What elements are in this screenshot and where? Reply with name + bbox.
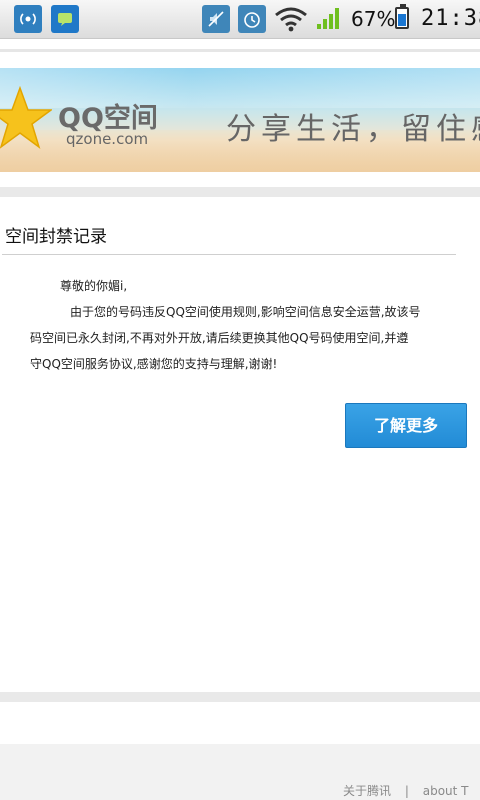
qzone-star-logo-icon [0,86,52,149]
message-line: 码空间已永久封闭,不再对外开放,请后续更换其他QQ号码使用空间,并遵 [30,331,409,345]
battery-percent: 67% [351,7,396,31]
divider [0,49,480,52]
message-line: 由于您的号码违反QQ空间使用规则,影响空间信息安全运营,故该号 [70,305,421,319]
status-bar: 67% 21:38 [0,0,480,39]
banner-slogan: 分享生活，留住感 [226,112,480,147]
footer-link-about-en[interactable]: about T [423,784,469,798]
page-title: 空间封禁记录 [5,227,107,247]
qzone-banner[interactable]: QQ空间 qzone.com 分享生活，留住感 [0,68,480,172]
divider [2,254,456,255]
learn-more-button[interactable]: 了解更多 [345,403,467,448]
wifi-icon [275,7,307,32]
battery-icon [395,4,409,29]
divider [0,692,480,702]
footer-link-about-tencent[interactable]: 关于腾讯 [343,784,391,798]
alarm-icon [238,5,266,33]
divider [0,187,480,197]
clock: 21:38 [421,6,480,31]
message-icon [51,5,79,33]
message-line: 守QQ空间服务协议,感谢您的支持与理解,谢谢! [30,357,278,371]
footer-separator: | [404,784,409,798]
wireless-debug-icon [14,5,42,33]
mute-icon [202,5,230,33]
logo-domain: qzone.com [66,130,149,148]
footer: 关于腾讯 | about T [0,744,480,800]
greeting-text: 尊敬的你媚i, [60,279,128,293]
signal-icon [317,8,339,29]
